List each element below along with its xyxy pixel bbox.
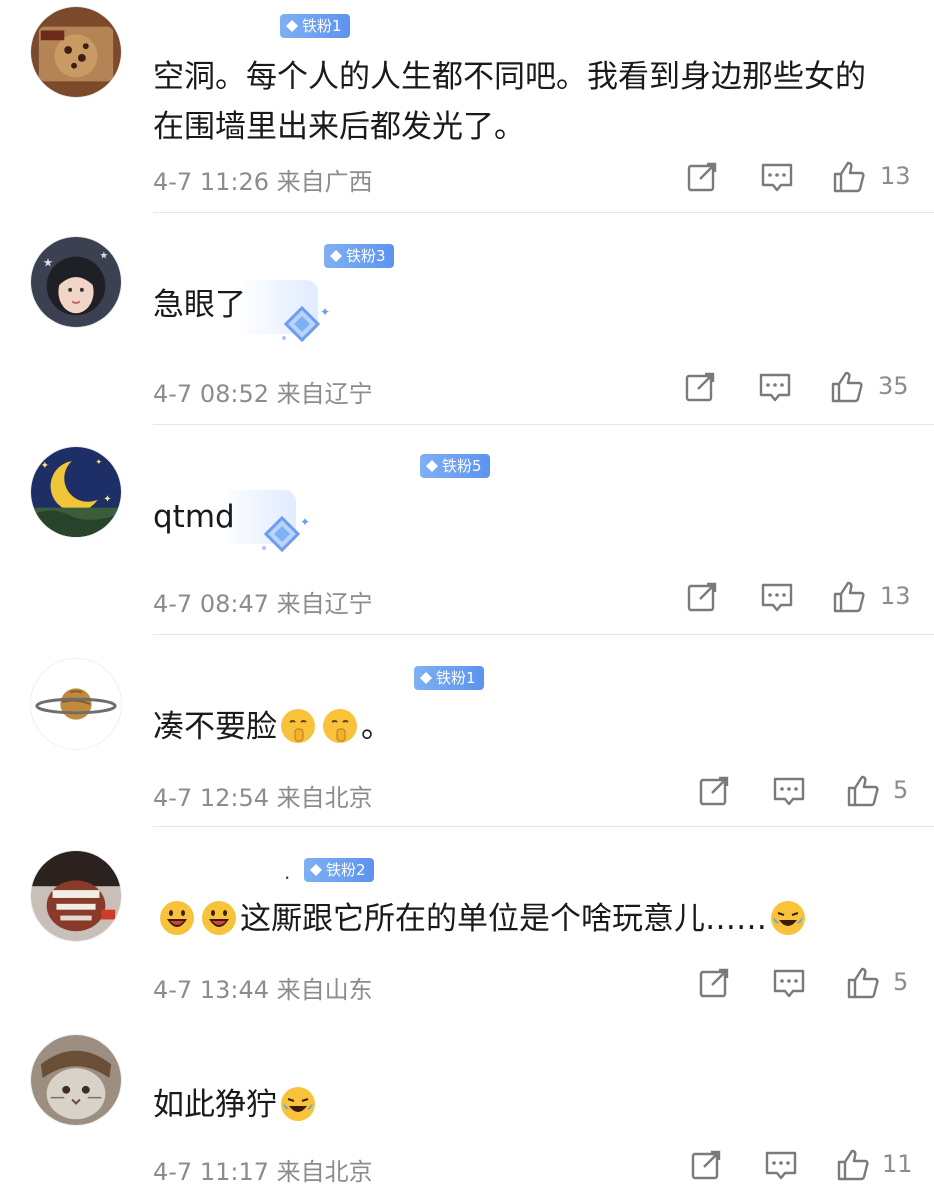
comment-text-line: 如此狰狞 xyxy=(153,1080,319,1130)
comment-text-content: 如此狰狞 xyxy=(153,1087,277,1123)
share-edit-icon[interactable] xyxy=(698,774,732,808)
fan-badge: 铁粉1 xyxy=(280,14,350,38)
comment-item: ✦ ✦ ✦ 铁粉5 qtmd ✦ 4-7 08:47 来自辽宁 13 xyxy=(0,426,934,636)
avatar[interactable] xyxy=(30,1034,122,1126)
svg-text:✦: ✦ xyxy=(103,494,111,505)
divider xyxy=(153,826,934,827)
comment-bubble-icon[interactable] xyxy=(772,774,806,808)
fan-badge-label: 铁粉5 xyxy=(442,457,482,475)
comment-bubble-icon[interactable] xyxy=(760,580,794,614)
thumbs-up-icon[interactable] xyxy=(836,1148,870,1182)
fan-badge: 铁粉3 xyxy=(324,244,394,268)
comment-actions: 5 xyxy=(0,966,934,1006)
shush-face-icon xyxy=(323,709,357,743)
diamond-icon xyxy=(286,20,298,32)
thumbs-up-icon[interactable] xyxy=(846,966,880,1000)
svg-text:★: ★ xyxy=(99,251,108,262)
comment-actions: 13 xyxy=(0,580,934,620)
comment-actions: 11 xyxy=(0,1148,934,1188)
fan-badge-label: 铁粉3 xyxy=(346,247,386,265)
laughing-tears-icon xyxy=(281,1087,315,1121)
avatar[interactable]: ✦ ✦ ✦ xyxy=(30,446,122,538)
comment-text-line: 凑不要脸 。 xyxy=(153,702,392,752)
grinning-face-icon xyxy=(160,901,194,935)
svg-text:✦: ✦ xyxy=(41,461,49,472)
text-cursor-mark: · xyxy=(284,866,291,890)
share-edit-icon[interactable] xyxy=(686,160,720,194)
svg-text:★: ★ xyxy=(43,255,54,269)
comment-actions: 5 xyxy=(0,774,934,814)
comment-text: 这厮跟它所在的单位是个啥玩意儿…… xyxy=(156,894,809,944)
share-edit-icon[interactable] xyxy=(690,1148,724,1182)
fan-badge-label: 铁粉1 xyxy=(436,669,476,687)
svg-text:✦: ✦ xyxy=(300,515,310,529)
diamond-icon xyxy=(420,672,432,684)
comment-item: 铁粉1 凑不要脸。 4-7 12:54 来自北京 5 xyxy=(0,636,934,828)
comment-text-line: 急眼了 xyxy=(153,287,246,323)
svg-text:✦: ✦ xyxy=(320,305,330,319)
diamond-icon xyxy=(330,250,342,262)
like-count: 5 xyxy=(893,776,909,804)
comment-bubble-icon[interactable] xyxy=(758,370,792,404)
fan-badge-label: 铁粉1 xyxy=(302,17,342,35)
diamond-sticker-icon: ✦ xyxy=(282,305,330,343)
share-edit-icon[interactable] xyxy=(684,370,718,404)
like-count: 5 xyxy=(893,968,909,996)
divider xyxy=(153,634,934,635)
like-count: 11 xyxy=(882,1150,913,1178)
share-edit-icon[interactable] xyxy=(698,966,732,1000)
avatar[interactable]: ★ ★ xyxy=(30,236,122,328)
diamond-sticker-icon: ✦ xyxy=(262,515,310,553)
like-count: 35 xyxy=(878,372,909,400)
divider xyxy=(153,424,934,425)
avatar[interactable] xyxy=(30,850,122,942)
share-edit-icon[interactable] xyxy=(686,580,720,614)
divider xyxy=(153,212,934,213)
fan-badge: 铁粉1 xyxy=(414,666,484,690)
like-count: 13 xyxy=(880,582,911,610)
grinning-face-icon xyxy=(202,901,236,935)
comment-text-content: 这厮跟它所在的单位是个啥玩意儿…… xyxy=(240,901,767,937)
avatar[interactable] xyxy=(30,658,122,750)
thumbs-up-icon[interactable] xyxy=(832,580,866,614)
comment-bubble-icon[interactable] xyxy=(764,1148,798,1182)
fan-badge: 铁粉5 xyxy=(420,454,490,478)
comment-text: 急眼了 xyxy=(153,280,246,330)
comment-list: 铁粉1 空洞。每个人的人生都不同吧。我看到身边那些女的 在围墙里出来后都发光了。… xyxy=(0,0,934,1200)
thumbs-up-icon[interactable] xyxy=(830,370,864,404)
diamond-icon xyxy=(426,460,438,472)
comment-text-line: 空洞。每个人的人生都不同吧。我看到身边那些女的 xyxy=(153,59,866,95)
diamond-icon xyxy=(310,864,322,876)
fan-badge-label: 铁粉2 xyxy=(326,861,366,879)
comment-item: 铁粉1 空洞。每个人的人生都不同吧。我看到身边那些女的 在围墙里出来后都发光了。… xyxy=(0,0,934,214)
comment-bubble-icon[interactable] xyxy=(772,966,806,1000)
thumbs-up-icon[interactable] xyxy=(832,160,866,194)
comment-bubble-icon[interactable] xyxy=(760,160,794,194)
comment-text: 如此狰狞 xyxy=(153,1080,319,1130)
comment-text: 凑不要脸 。 xyxy=(153,702,392,752)
comment-text: 空洞。每个人的人生都不同吧。我看到身边那些女的 在围墙里出来后都发光了。 xyxy=(153,52,866,152)
comment-item: 如此狰狞 4-7 11:17 来自北京 11 xyxy=(0,1014,934,1200)
like-count: 13 xyxy=(880,162,911,190)
comment-text-line: 这厮跟它所在的单位是个啥玩意儿…… xyxy=(156,894,809,944)
comment-item: ★ ★ 铁粉3 急眼了 ✦ 4-7 08:52 来自辽宁 35 xyxy=(0,214,934,426)
comment-text-line: qtmd xyxy=(153,499,235,535)
shush-face-icon xyxy=(281,709,315,743)
comment-text-content: 凑不要脸 xyxy=(153,709,277,745)
comment-text-line: 在围墙里出来后都发光了。 xyxy=(153,109,525,145)
avatar[interactable] xyxy=(30,6,122,98)
comment-text-suffix: 。 xyxy=(361,709,392,745)
laughing-tears-icon xyxy=(771,901,805,935)
comment-actions: 13 xyxy=(0,160,934,200)
comment-actions: 35 xyxy=(0,370,934,410)
fan-badge: 铁粉2 xyxy=(304,858,374,882)
svg-text:✦: ✦ xyxy=(96,458,103,467)
comment-text: qtmd xyxy=(153,492,235,542)
comment-item: · 铁粉2 这厮跟它所在的单位是个啥玩意儿…… 4-7 13:44 来自山东 5 xyxy=(0,828,934,1014)
thumbs-up-icon[interactable] xyxy=(846,774,880,808)
